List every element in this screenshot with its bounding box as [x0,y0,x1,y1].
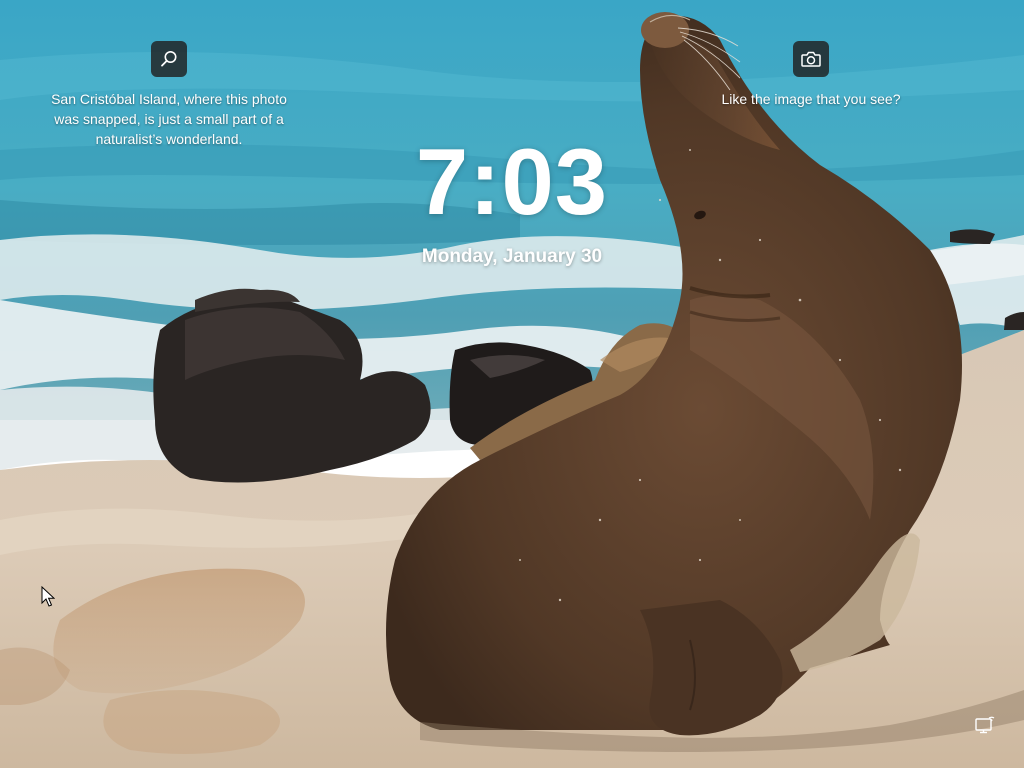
lock-screen[interactable]: San Cristóbal Island, where this photo w… [0,0,1024,768]
caption-line: was snapped, is just a small part of a [54,111,284,127]
mouse-pointer-icon [41,586,55,607]
lock-clock-time: 7:03 [415,129,609,234]
network-icon[interactable] [975,716,995,734]
search-icon [161,51,177,67]
camera-hotspot-button[interactable] [793,41,829,77]
camera-icon [801,51,821,67]
search-hotspot-button[interactable] [151,41,187,77]
caption-line: San Cristóbal Island, where this photo [51,91,287,107]
lock-clock-date: Monday, January 30 [421,246,603,267]
spotlight-caption-right[interactable]: Like the image that you see? [700,89,922,109]
